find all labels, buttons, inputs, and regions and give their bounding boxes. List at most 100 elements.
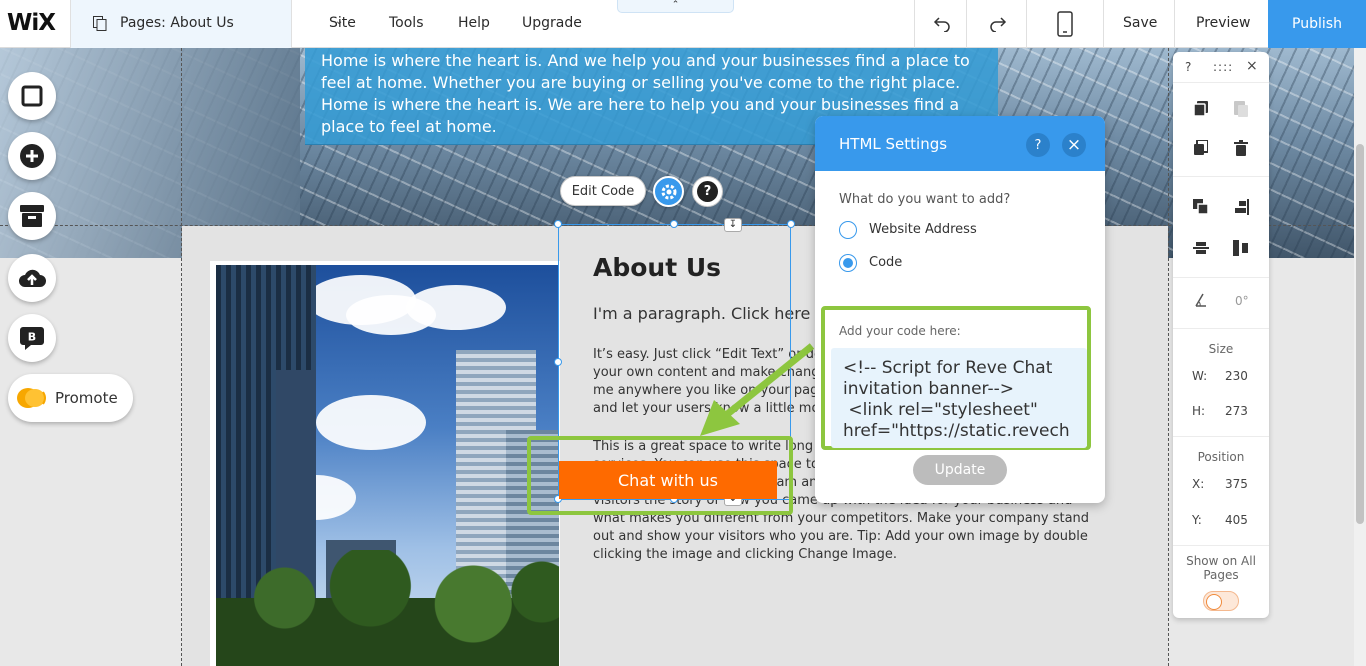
html-settings-panel: HTML Settings ? × What do you want to ad… — [815, 116, 1105, 503]
divider — [966, 0, 967, 48]
divider — [1173, 436, 1269, 437]
cloud — [406, 285, 506, 330]
megaphone-bubble-icon — [17, 388, 46, 408]
trash-icon[interactable] — [1231, 138, 1251, 158]
divider — [1173, 82, 1269, 83]
rotate-icon[interactable] — [1191, 290, 1211, 310]
cloud-upload-icon — [19, 269, 46, 287]
divider — [1173, 176, 1269, 177]
menu-tools[interactable]: Tools — [389, 15, 424, 31]
menu-help[interactable]: Help — [458, 15, 490, 31]
divider — [914, 0, 915, 48]
code-textarea[interactable]: <!-- Script for Reve Chat invitation ban… — [831, 348, 1087, 448]
pages-dropdown[interactable]: Pages: About Us ⌄ — [70, 0, 343, 48]
properties-panel: ? :::: × 0° Size W: 230 H: 273 Position … — [1173, 52, 1269, 618]
collapse-topbar-handle[interactable]: ⌃ — [617, 0, 734, 13]
skyscraper-image — [216, 265, 559, 666]
width-value[interactable]: 230 — [1225, 369, 1248, 383]
edit-code-button[interactable]: Edit Code — [560, 176, 646, 206]
radio-code[interactable] — [839, 254, 857, 272]
background-button[interactable] — [8, 72, 56, 120]
gear-icon — [661, 184, 676, 199]
resize-handle[interactable] — [787, 220, 795, 228]
distribute-icon[interactable] — [1191, 238, 1211, 258]
y-value[interactable]: 405 — [1225, 513, 1248, 527]
arrow-annotation-icon — [700, 343, 815, 436]
download-icon[interactable]: ↧ — [724, 218, 742, 232]
promote-button[interactable]: Promote — [8, 374, 133, 422]
undo-icon[interactable] — [930, 12, 954, 36]
plus-circle-icon — [20, 144, 44, 168]
code-section-highlight: Add your code here: <!-- Script for Reve… — [821, 306, 1091, 450]
panel-help-button[interactable]: ? — [1026, 133, 1050, 157]
blog-button[interactable]: B — [8, 314, 56, 362]
question-label: What do you want to add? — [839, 192, 1011, 207]
y-key: Y: — [1192, 513, 1202, 527]
panel-close-button[interactable]: × — [1062, 133, 1086, 157]
match-size-icon[interactable] — [1231, 238, 1251, 258]
divider — [1173, 328, 1269, 329]
radio-label-code[interactable]: Code — [869, 255, 902, 270]
current-page-label: Pages: About Us — [120, 15, 234, 31]
rotation-value[interactable]: 0° — [1235, 294, 1249, 308]
help-icon: ? — [697, 181, 718, 202]
grid-guide — [1168, 48, 1169, 666]
size-label: Size — [1208, 342, 1234, 356]
store-box-icon — [20, 205, 44, 227]
scrollbar-thumb[interactable] — [1356, 144, 1364, 524]
resize-handle[interactable] — [554, 358, 562, 366]
resize-handle[interactable] — [554, 220, 562, 228]
x-key: X: — [1192, 477, 1205, 491]
radio-website-address[interactable] — [839, 221, 857, 239]
pages-icon — [93, 16, 107, 31]
cloud — [316, 395, 426, 450]
x-value[interactable]: 375 — [1225, 477, 1248, 491]
copy-icon[interactable] — [1191, 99, 1211, 119]
upload-button[interactable] — [8, 254, 56, 302]
preview-button[interactable]: Preview — [1196, 15, 1251, 31]
page-canvas: Home is where the heart is. And we help … — [0, 48, 1366, 666]
menu-site[interactable]: Site — [329, 15, 356, 31]
drag-grip-icon[interactable]: :::: — [1213, 60, 1233, 74]
save-button[interactable]: Save — [1123, 15, 1157, 31]
align-right-icon[interactable] — [1231, 197, 1251, 217]
highlight-box — [527, 436, 793, 515]
trees — [216, 550, 559, 666]
show-on-all-pages-label: Show on All Pages — [1186, 554, 1256, 582]
blog-letter: B — [28, 331, 36, 344]
add-button[interactable] — [8, 132, 56, 180]
publish-button[interactable]: Publish — [1268, 0, 1366, 48]
square-frame-icon — [21, 85, 43, 107]
height-value[interactable]: 273 — [1225, 404, 1248, 418]
grid-guide — [181, 48, 182, 666]
width-key: W: — [1192, 369, 1208, 383]
menu-upgrade[interactable]: Upgrade — [522, 15, 582, 31]
divider — [1103, 0, 1104, 48]
height-key: H: — [1192, 404, 1206, 418]
promote-label: Promote — [55, 389, 118, 407]
divider — [1173, 545, 1269, 546]
panel-title: HTML Settings — [839, 135, 948, 153]
divider — [1026, 0, 1027, 48]
duplicate-icon[interactable] — [1191, 138, 1211, 158]
component-help-button[interactable]: ? — [692, 176, 723, 207]
app-market-button[interactable] — [8, 192, 56, 240]
divider — [1173, 277, 1269, 278]
position-label: Position — [1197, 450, 1245, 464]
editor-top-bar: WiX Pages: About Us ⌄ Site Tools Help Up… — [0, 0, 1366, 48]
about-image-frame[interactable] — [210, 261, 560, 666]
props-close-button[interactable]: × — [1246, 58, 1258, 74]
paste-icon — [1231, 99, 1251, 119]
canvas-scrollbar[interactable] — [1354, 48, 1366, 666]
panel-header[interactable]: HTML Settings ? × — [815, 116, 1105, 171]
settings-gear-button[interactable] — [653, 176, 684, 207]
arrange-icon[interactable] — [1191, 197, 1211, 217]
wix-logo[interactable]: WiX — [7, 10, 56, 36]
resize-handle[interactable] — [670, 220, 678, 228]
radio-label-website-address[interactable]: Website Address — [869, 222, 977, 237]
show-on-all-pages-toggle[interactable] — [1203, 591, 1239, 611]
mobile-view-icon[interactable] — [1053, 11, 1077, 37]
redo-icon[interactable] — [986, 12, 1010, 36]
update-button[interactable]: Update — [913, 455, 1007, 485]
props-help-button[interactable]: ? — [1185, 60, 1191, 74]
